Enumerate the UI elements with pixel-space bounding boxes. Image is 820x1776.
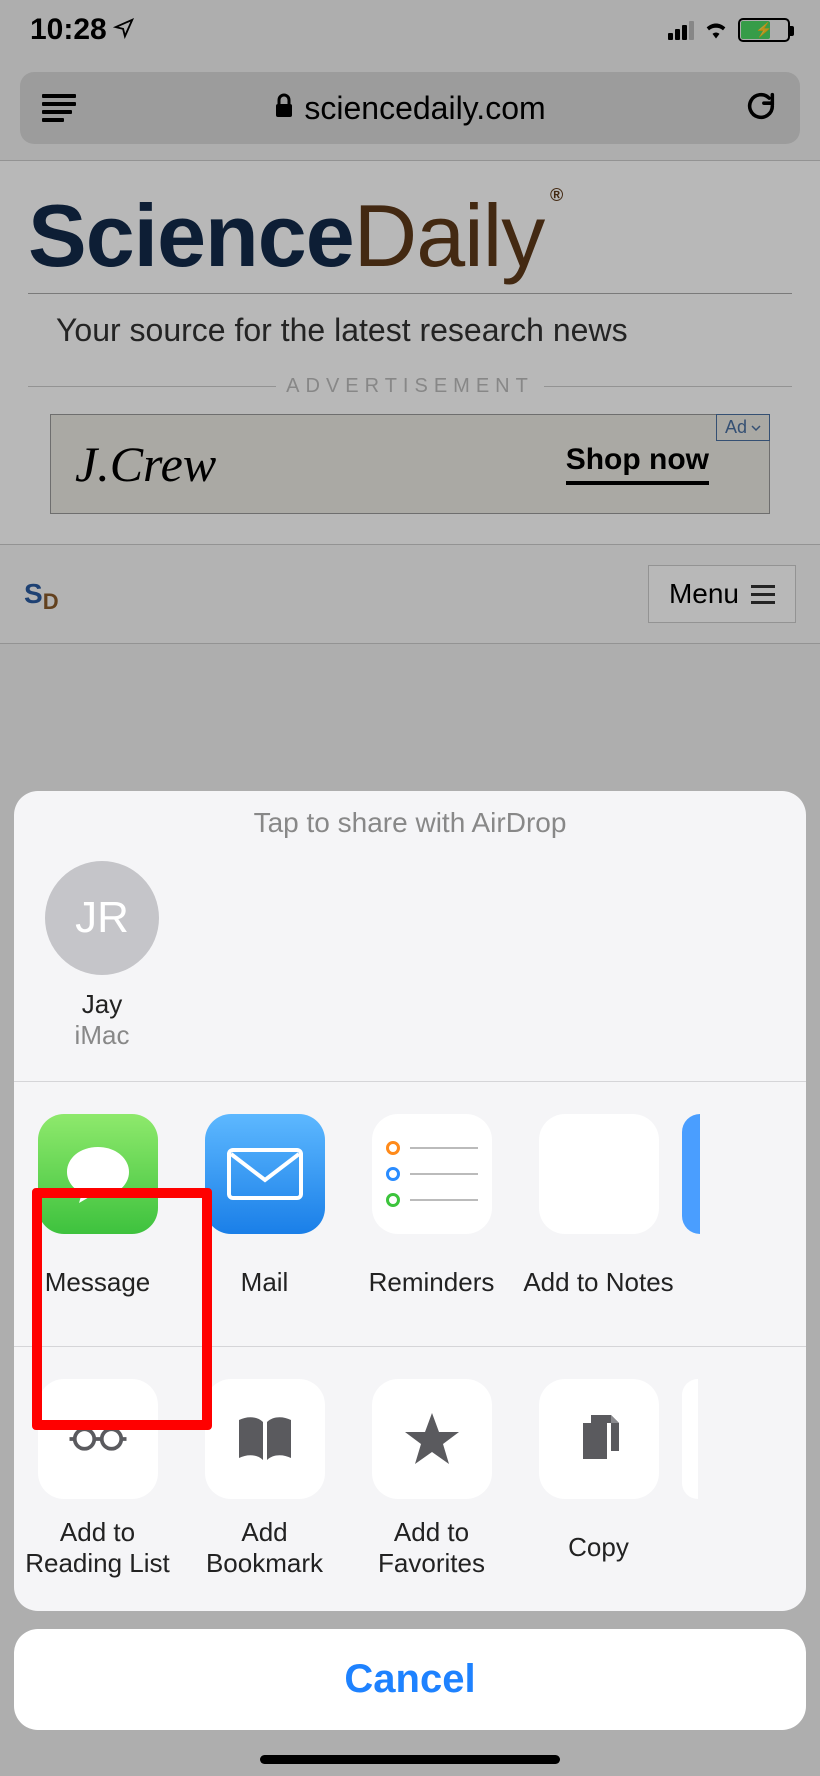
ad-cta: Shop now xyxy=(566,443,709,485)
ad-badge[interactable]: Ad xyxy=(716,414,770,441)
ad-brand: J.Crew xyxy=(51,435,566,493)
reload-icon[interactable] xyxy=(744,89,778,128)
home-indicator[interactable] xyxy=(260,1755,560,1764)
share-actions-row: Add to Reading List Add Bookmark Add to … xyxy=(14,1347,806,1611)
site-menu-bar: SD Menu xyxy=(0,544,820,644)
browser-chrome: sciencedaily.com xyxy=(0,60,820,161)
action-add-favorites[interactable]: Add to Favorites xyxy=(348,1379,515,1579)
action-add-bookmark[interactable]: Add Bookmark xyxy=(181,1379,348,1579)
avatar: JR xyxy=(45,861,159,975)
status-time: 10:28 xyxy=(30,13,107,47)
url-text: sciencedaily.com xyxy=(304,90,545,127)
star-icon xyxy=(372,1379,492,1499)
cancel-button[interactable]: Cancel xyxy=(14,1629,806,1730)
site-tagline: Your source for the latest research news xyxy=(28,312,792,365)
cellular-icon xyxy=(668,21,694,40)
share-app-message[interactable]: Message xyxy=(14,1114,181,1314)
share-action-peek[interactable] xyxy=(682,1379,698,1499)
notes-icon xyxy=(539,1114,659,1234)
location-icon xyxy=(113,13,135,47)
action-reading-list[interactable]: Add to Reading List xyxy=(14,1379,181,1579)
airdrop-contact[interactable]: JR Jay iMac xyxy=(22,861,182,1051)
status-bar: 10:28 ⚡ xyxy=(0,0,820,60)
book-icon xyxy=(205,1379,325,1499)
share-app-mail[interactable]: Mail xyxy=(181,1114,348,1314)
message-icon xyxy=(38,1114,158,1234)
page-content: ScienceDaily® Your source for the latest… xyxy=(0,161,820,644)
site-mini-logo: SD xyxy=(24,578,59,610)
wifi-icon xyxy=(702,13,730,47)
site-logo: ScienceDaily® xyxy=(28,185,544,287)
share-apps-row: Message Mail Reminders xyxy=(14,1082,806,1346)
share-app-notes[interactable]: Add to Notes xyxy=(515,1114,682,1314)
airdrop-title: Tap to share with AirDrop xyxy=(14,791,806,849)
ad-label: ADVERTISEMENT xyxy=(286,375,534,398)
url-bar[interactable]: sciencedaily.com xyxy=(20,72,800,144)
action-copy[interactable]: Copy xyxy=(515,1379,682,1579)
menu-button[interactable]: Menu xyxy=(648,565,796,623)
hamburger-icon xyxy=(751,585,775,604)
reminders-icon xyxy=(372,1114,492,1234)
mail-icon xyxy=(205,1114,325,1234)
reader-mode-icon[interactable] xyxy=(42,94,76,122)
copy-icon xyxy=(539,1379,659,1499)
battery-icon: ⚡ xyxy=(738,18,790,42)
share-app-reminders[interactable]: Reminders xyxy=(348,1114,515,1314)
advertisement[interactable]: J.Crew Shop now Ad xyxy=(50,414,770,514)
share-app-peek[interactable] xyxy=(682,1114,700,1234)
share-sheet: Tap to share with AirDrop JR Jay iMac Me… xyxy=(14,791,806,1730)
lock-icon xyxy=(274,90,294,127)
glasses-icon xyxy=(38,1379,158,1499)
